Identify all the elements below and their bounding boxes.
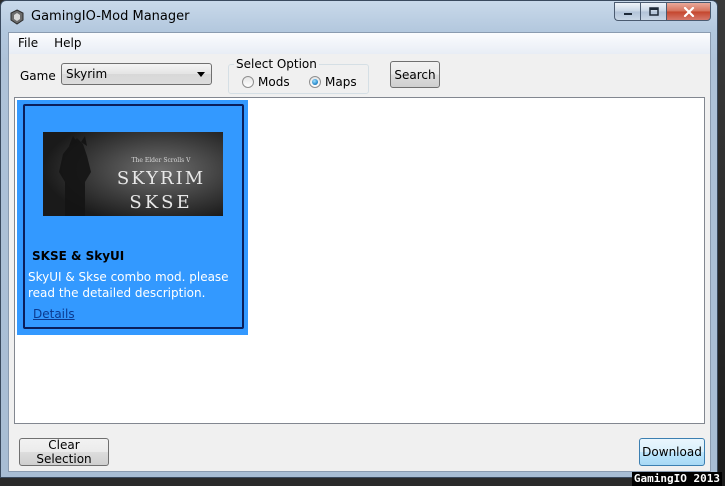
toolbar: Game Skyrim Select Option Mods Maps Sear…: [9, 55, 710, 95]
main-window: GamingIO-Mod Manager File Help Game Skyr…: [0, 0, 718, 478]
minimize-button[interactable]: [614, 2, 640, 21]
game-dropdown-value: Skyrim: [66, 67, 108, 81]
radio-maps-label: Maps: [325, 75, 357, 89]
radio-mods-circle[interactable]: [242, 76, 254, 88]
clear-selection-button[interactable]: Clear Selection: [19, 438, 109, 466]
game-label: Game: [20, 69, 56, 83]
thumb-line1: SKYRIM: [117, 168, 205, 189]
select-option-group: Select Option Mods Maps: [228, 57, 369, 94]
menu-file[interactable]: File: [9, 33, 46, 54]
maximize-button[interactable]: [640, 2, 666, 21]
search-button[interactable]: Search: [390, 61, 440, 88]
menu-help[interactable]: Help: [46, 33, 89, 54]
radio-mods-label: Mods: [258, 75, 290, 89]
app-icon: [10, 9, 24, 25]
close-icon: [683, 6, 694, 17]
radio-maps[interactable]: Maps: [309, 75, 357, 89]
mods-list-panel[interactable]: The Elder Scrolls V SKYRIM SKSE SKSE & S…: [14, 97, 705, 424]
client-area: File Help Game Skyrim Select Option Mods…: [8, 32, 711, 472]
window-title: GamingIO-Mod Manager: [31, 9, 190, 24]
watermark-label: GamingIO 2013: [631, 472, 722, 486]
radio-maps-circle[interactable]: [309, 76, 321, 88]
minimize-icon: [623, 12, 632, 15]
menu-bar: File Help: [9, 33, 710, 54]
mod-thumbnail: The Elder Scrolls V SKYRIM SKSE: [43, 132, 223, 216]
close-button[interactable]: [666, 2, 711, 21]
details-link[interactable]: Details: [33, 307, 75, 321]
radio-mods[interactable]: Mods: [242, 75, 290, 89]
maximize-icon: [648, 7, 659, 16]
game-dropdown[interactable]: Skyrim: [61, 63, 212, 85]
thumb-subtitle: The Elder Scrolls V: [132, 157, 192, 164]
mod-description: SkyUI & Skse combo mod. please read the …: [28, 270, 229, 300]
chevron-down-icon: [197, 72, 205, 77]
title-bar[interactable]: GamingIO-Mod Manager: [1, 1, 717, 32]
select-option-legend: Select Option: [234, 57, 319, 71]
mod-card-focus-border: The Elder Scrolls V SKYRIM SKSE SKSE & S…: [23, 104, 244, 329]
download-button[interactable]: Download: [639, 438, 705, 466]
mod-title: SKSE & SkyUI: [32, 249, 125, 263]
thumb-line2: SKSE: [129, 192, 192, 213]
mod-card[interactable]: The Elder Scrolls V SKYRIM SKSE SKSE & S…: [17, 100, 248, 335]
caption-buttons: [614, 2, 711, 21]
